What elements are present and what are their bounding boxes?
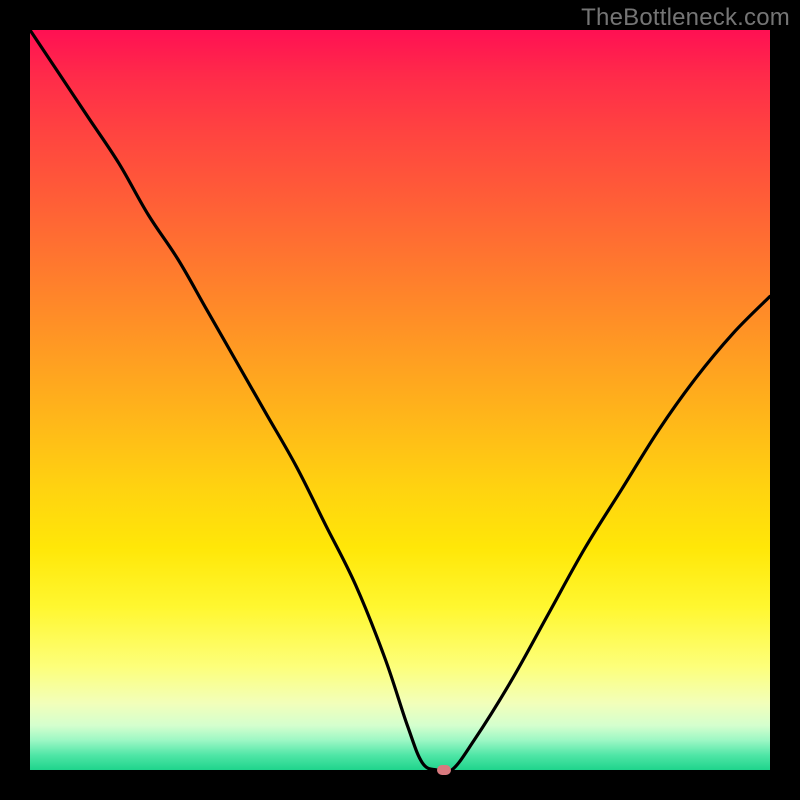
- bottleneck-curve: [30, 30, 770, 773]
- watermark-label: TheBottleneck.com: [581, 4, 790, 32]
- chart-frame: TheBottleneck.com: [0, 0, 800, 800]
- plot-area: [30, 30, 770, 770]
- minimum-marker: [437, 765, 451, 775]
- curve-svg: [30, 30, 770, 770]
